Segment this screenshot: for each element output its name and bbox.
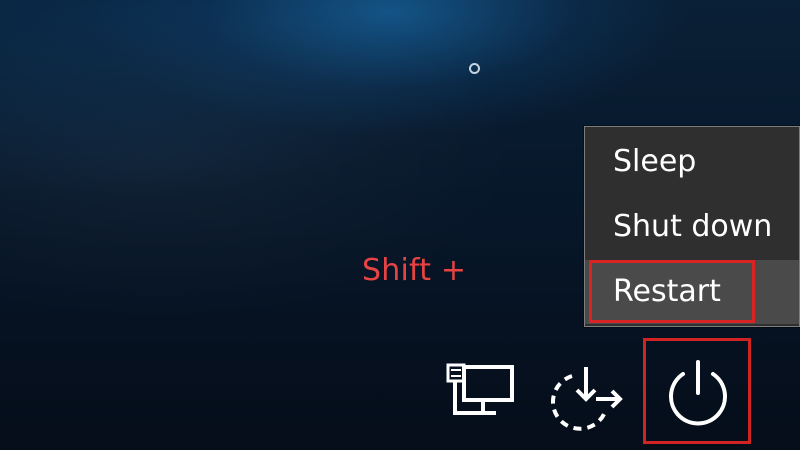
power-button[interactable] [643, 338, 751, 444]
sleep-menu-item[interactable]: Sleep [585, 130, 799, 194]
network-icon [446, 363, 514, 415]
shift-key-hint: Shift + [362, 253, 467, 288]
network-button[interactable] [445, 362, 517, 420]
circle-loading-icon [469, 63, 480, 74]
accessibility-icon [550, 367, 623, 431]
power-icon [663, 357, 733, 427]
restart-highlight-box [589, 260, 755, 323]
windows-sign-in-screen: Shift + Sleep Shut down Restart [0, 0, 800, 450]
shut-down-menu-item[interactable]: Shut down [585, 195, 799, 259]
ease-of-access-button[interactable] [550, 364, 624, 431]
power-options-menu: Sleep Shut down Restart [584, 126, 800, 327]
